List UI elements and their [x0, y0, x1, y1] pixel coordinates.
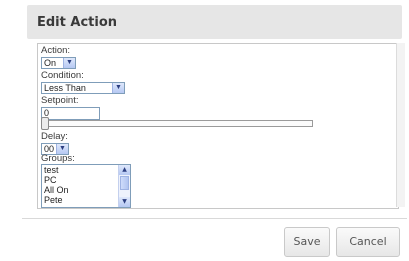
chevron-down-icon[interactable]: ▼	[119, 197, 130, 207]
cancel-button[interactable]: Cancel	[336, 227, 400, 257]
setpoint-label: Setpoint:	[41, 95, 79, 106]
chevron-down-icon: ▼	[63, 58, 75, 68]
groups-label: Groups:	[41, 153, 75, 164]
action-select-value: On	[44, 58, 57, 68]
save-button[interactable]: Save	[284, 227, 330, 257]
condition-label: Condition:	[41, 70, 84, 81]
slider-handle[interactable]	[41, 117, 49, 130]
delay-label: Delay:	[41, 131, 68, 142]
chevron-down-icon: ▼	[112, 83, 124, 93]
setpoint-input[interactable]: 0	[41, 107, 100, 120]
form-scrollbar[interactable]	[396, 43, 405, 207]
action-form: Action: On ▼ Condition: Less Than ▼ Setp…	[37, 43, 399, 209]
edit-action-dialog: Edit Action Action: On ▼ Condition: Less…	[22, 0, 407, 261]
list-item[interactable]: Pete	[42, 195, 130, 205]
condition-select-value: Less Than	[44, 83, 86, 93]
groups-listbox[interactable]: test PC All On Pete ▲ ▼	[41, 164, 131, 208]
action-select[interactable]: On ▼	[41, 57, 76, 69]
scrollbar-thumb[interactable]	[120, 176, 129, 190]
condition-select[interactable]: Less Than ▼	[41, 82, 125, 94]
action-label: Action:	[41, 45, 71, 56]
list-item[interactable]: test	[42, 165, 130, 175]
setpoint-slider[interactable]	[41, 117, 313, 130]
list-item[interactable]: All On	[42, 185, 130, 195]
dialog-title-bar: Edit Action	[27, 5, 402, 39]
dialog-title: Edit Action	[37, 15, 118, 30]
groups-scrollbar[interactable]: ▲ ▼	[118, 165, 130, 207]
footer-divider	[22, 218, 407, 219]
list-item[interactable]: PC	[42, 175, 130, 185]
chevron-up-icon[interactable]: ▲	[119, 165, 130, 175]
